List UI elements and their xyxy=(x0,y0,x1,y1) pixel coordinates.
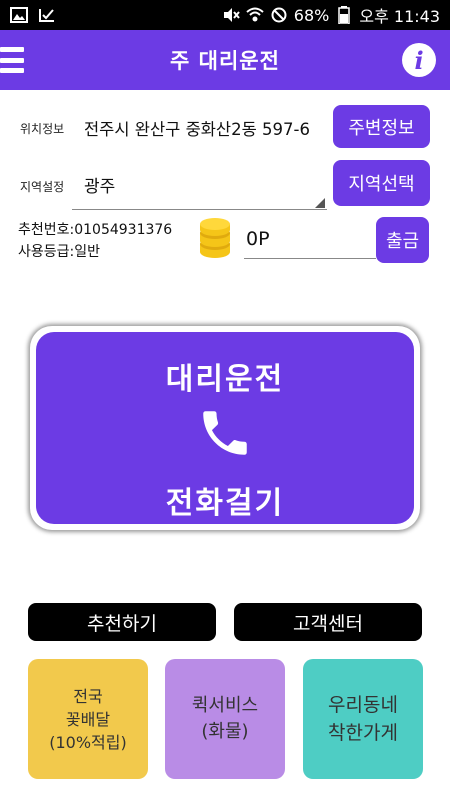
recommend-button[interactable]: 추천하기 xyxy=(28,603,216,641)
status-bar: 68% 오후 11:43 xyxy=(0,0,450,30)
user-grade: 사용등급:일반 xyxy=(18,244,100,260)
app-bar: 주 대리운전 i xyxy=(0,30,450,90)
nearby-info-button[interactable]: 주변정보 xyxy=(333,105,430,148)
location-label: 위치정보 xyxy=(20,122,65,136)
clock: 오후 11:43 xyxy=(359,7,440,26)
region-select-underline xyxy=(72,209,327,210)
no-sim-icon xyxy=(270,6,288,24)
customer-center-button[interactable]: 고객센터 xyxy=(234,603,422,641)
region-select-button[interactable]: 지역선택 xyxy=(333,160,430,206)
flower-delivery-tile[interactable]: 전국 꽃배달 (10%적립) xyxy=(28,659,148,779)
tile-line: 꽃배달 xyxy=(65,709,111,729)
tile-line: 착한가게 xyxy=(328,722,398,744)
gallery-icon xyxy=(10,6,28,24)
region-label: 지역설정 xyxy=(20,180,65,194)
tile-line: 전국 xyxy=(73,686,103,706)
dropdown-arrow-icon[interactable] xyxy=(315,198,325,208)
coins-icon xyxy=(198,218,232,260)
call-button-title: 대리운전 xyxy=(165,362,285,397)
battery-percent: 68% xyxy=(293,5,330,25)
recommend-number: 추천번호:01054931376 xyxy=(18,222,173,238)
region-select[interactable]: 광주 xyxy=(84,172,115,197)
app-title: 주 대리운전 xyxy=(170,49,280,73)
wifi-icon xyxy=(246,6,264,24)
call-driver-button[interactable]: 대리운전 전화걸기 xyxy=(30,326,420,530)
location-value: 전주시 완산구 중화산2동 597-6 xyxy=(84,120,310,139)
local-store-tile[interactable]: 우리동네 착한가게 xyxy=(303,659,423,779)
tile-line: 우리동네 xyxy=(328,694,398,716)
quick-service-tile[interactable]: 퀵서비스 (화물) xyxy=(165,659,285,779)
tile-line: (10%적립) xyxy=(49,732,127,752)
points-underline xyxy=(244,258,376,259)
phone-icon xyxy=(36,404,414,462)
withdraw-button[interactable]: 출금 xyxy=(376,217,429,263)
tile-line: 퀵서비스 xyxy=(191,695,259,716)
call-button-subtitle: 전화걸기 xyxy=(165,486,285,521)
points-value: 0P xyxy=(246,228,270,250)
info-icon[interactable]: i xyxy=(402,43,436,77)
tile-line: (화물) xyxy=(201,721,249,742)
battery-icon xyxy=(335,6,353,24)
download-check-icon xyxy=(38,6,56,24)
mute-icon xyxy=(222,6,240,24)
